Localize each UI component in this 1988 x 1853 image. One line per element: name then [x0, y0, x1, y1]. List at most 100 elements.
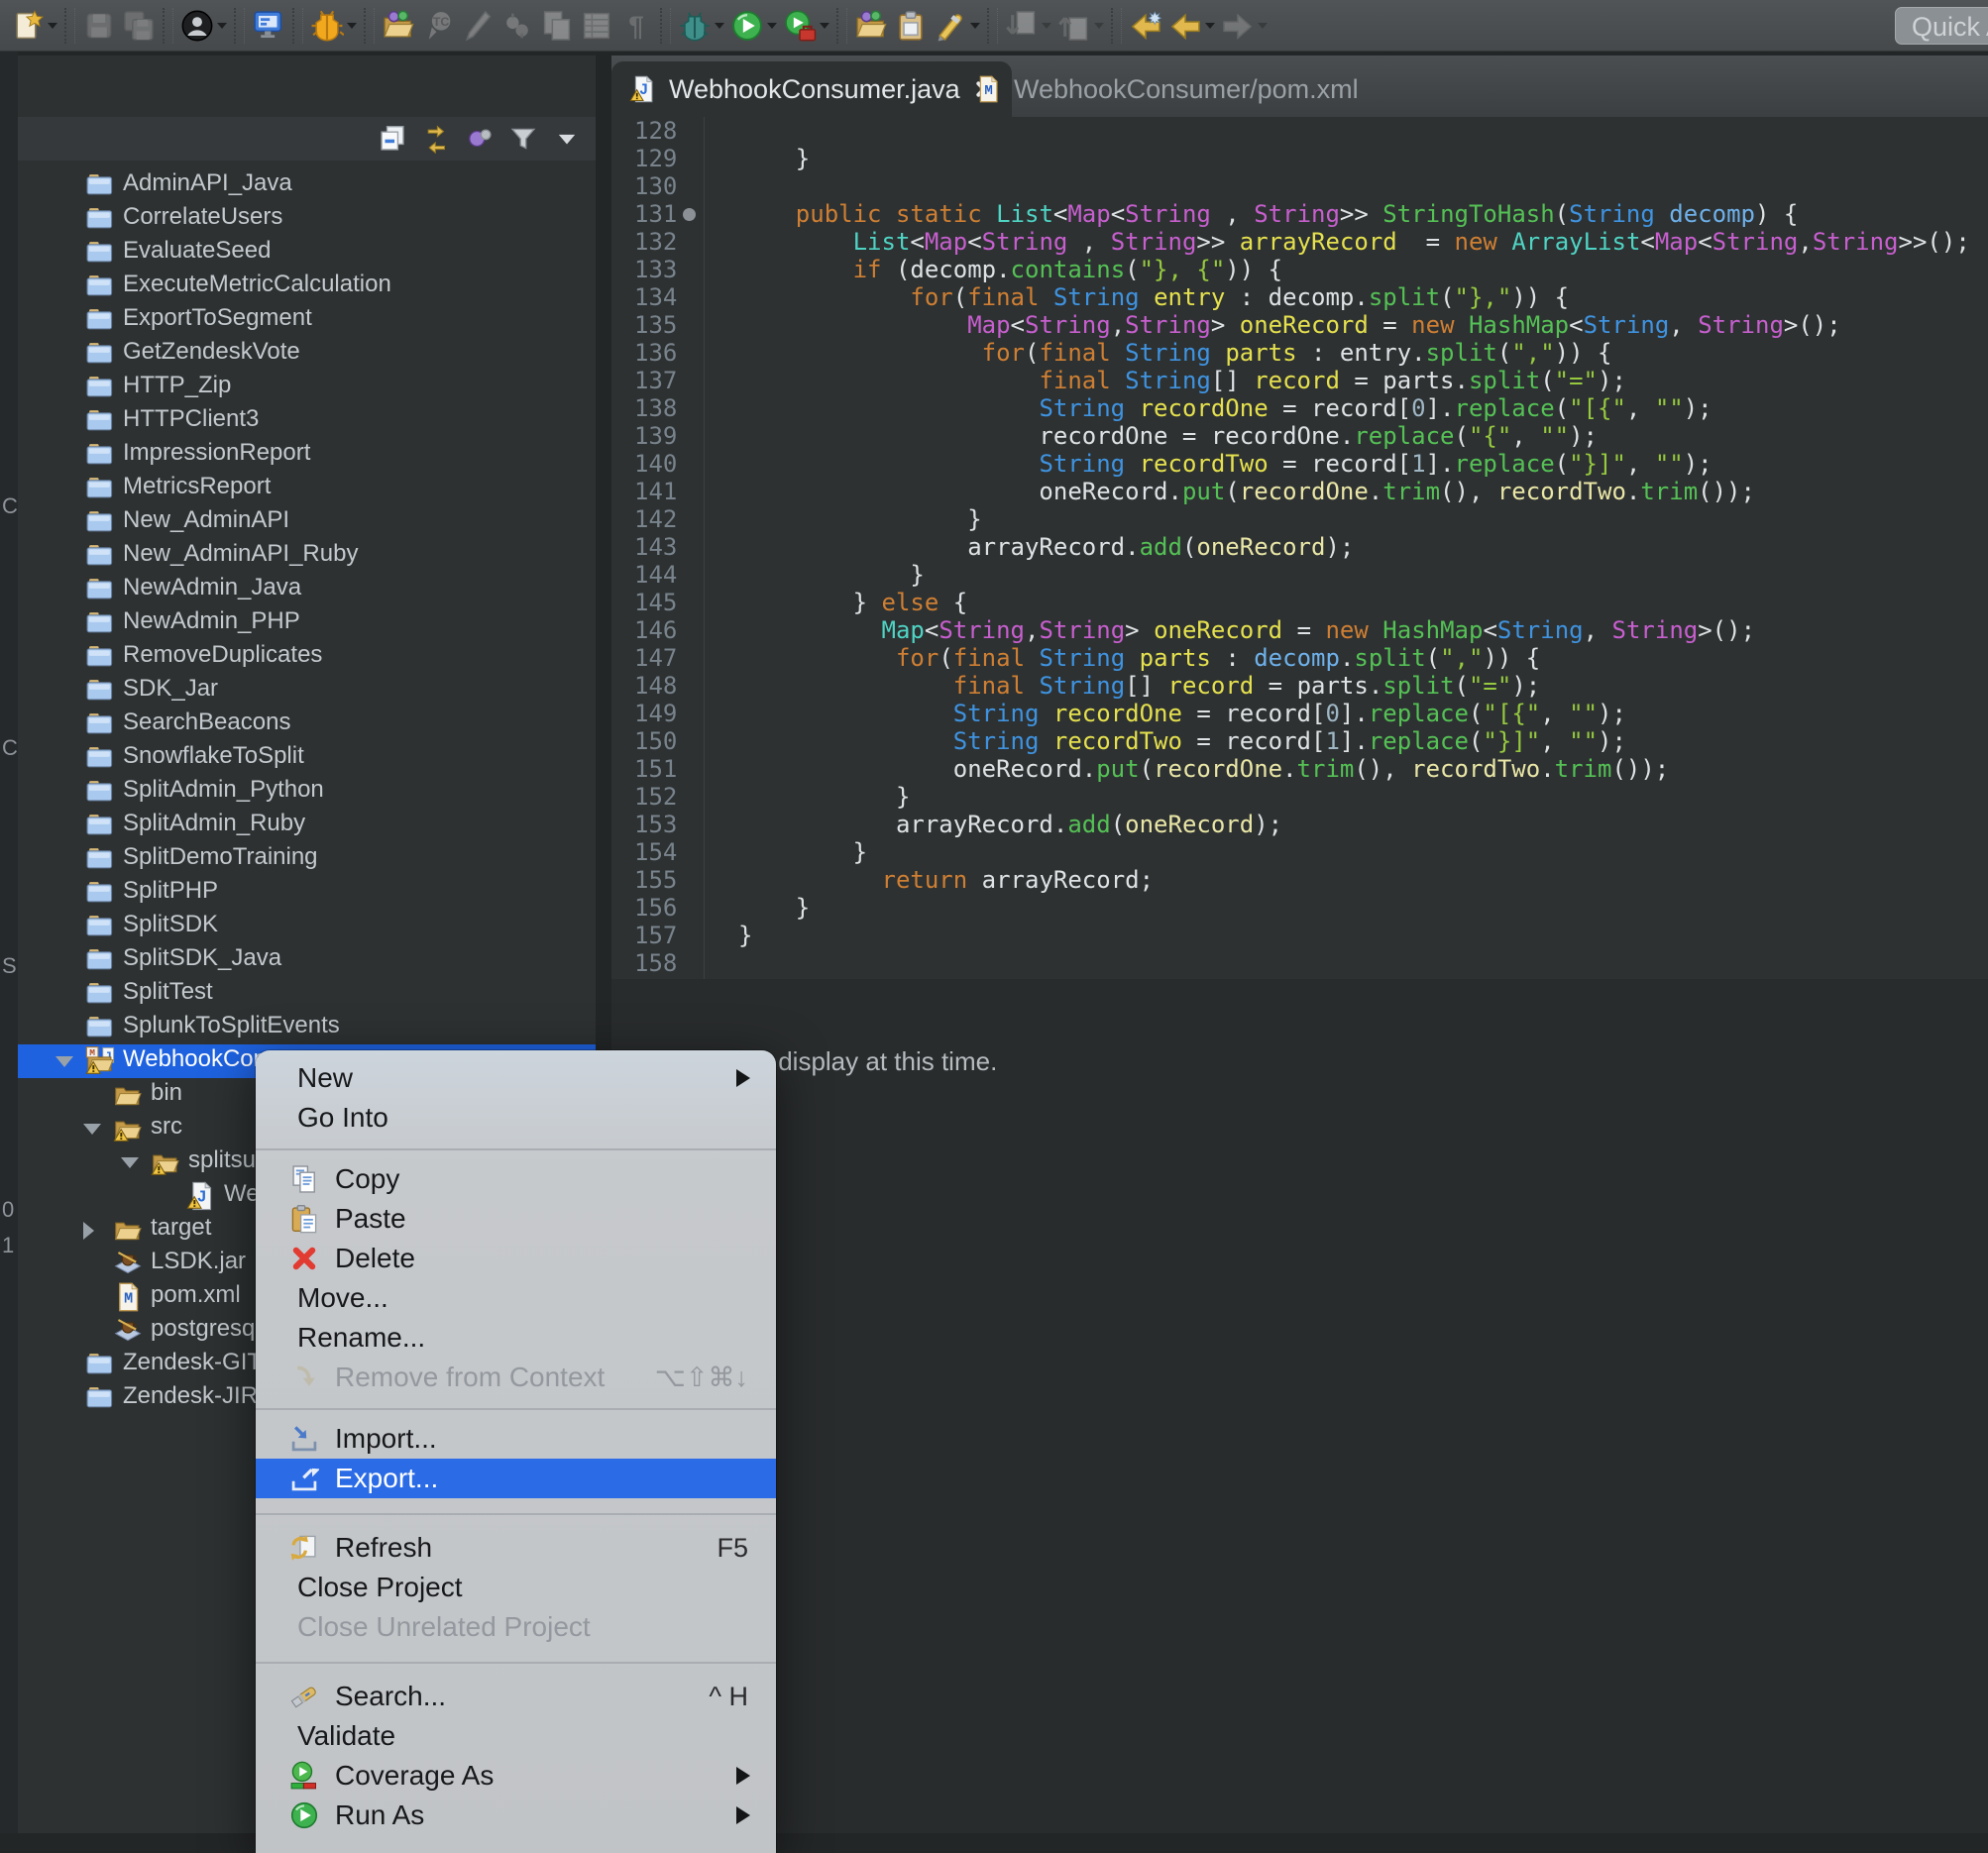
open-resource-button[interactable] — [379, 4, 418, 48]
menu-item-export[interactable]: Export... — [256, 1459, 776, 1498]
dropdown-chevron-icon[interactable] — [1258, 23, 1268, 29]
collapse-arrow-icon[interactable] — [83, 1124, 101, 1135]
tree-item-getzendeskvote[interactable]: GetZendeskVote — [18, 337, 596, 371]
expand-arrow-icon[interactable] — [83, 1222, 94, 1240]
code-line-138: 138 String recordOne = record[0].replace… — [611, 394, 1988, 422]
tree-item-splitadmin-python[interactable]: SplitAdmin_Python — [18, 775, 596, 809]
last-edit-icon — [1129, 9, 1162, 43]
tree-item-splitphp[interactable]: SplitPHP — [18, 876, 596, 910]
line-number: 142 — [634, 505, 677, 533]
menu-item-label: Import... — [335, 1423, 437, 1455]
menu-item-rename[interactable]: Rename... — [256, 1318, 776, 1358]
dropdown-chevron-icon[interactable] — [347, 23, 357, 29]
console-view-button[interactable] — [249, 4, 288, 48]
tree-item-newadmin-java[interactable]: NewAdmin_Java — [18, 573, 596, 606]
tree-item-exporttosegment[interactable]: ExportToSegment — [18, 303, 596, 337]
profile-run-button[interactable] — [780, 4, 832, 48]
menu-item-coverage-as[interactable]: Coverage As — [256, 1756, 776, 1796]
focus-task-icon[interactable] — [465, 124, 495, 154]
tree-item-label: GetZendeskVote — [123, 338, 300, 366]
menu-item-import[interactable]: Import... — [256, 1419, 776, 1459]
tree-item-newadmin-php[interactable]: NewAdmin_PHP — [18, 606, 596, 640]
tree-item-evaluateseed[interactable]: EvaluateSeed — [18, 236, 596, 270]
dropdown-chevron-icon[interactable] — [48, 23, 57, 29]
collapse-arrow-icon[interactable] — [121, 1157, 139, 1168]
dropdown-chevron-icon[interactable] — [820, 23, 829, 29]
menu-item-delete[interactable]: Delete — [256, 1239, 776, 1278]
menu-item-close-project[interactable]: Close Project — [256, 1568, 776, 1607]
filter-icon[interactable] — [508, 124, 538, 154]
maven-file-icon: M — [113, 1282, 143, 1312]
menu-item-paste[interactable]: Paste — [256, 1199, 776, 1239]
tree-item-new-adminapi-ruby[interactable]: New_AdminAPI_Ruby — [18, 539, 596, 573]
menu-item-new[interactable]: New — [256, 1058, 776, 1098]
tree-item-snowflaketosplit[interactable]: SnowflakeToSplit — [18, 741, 596, 775]
dropdown-chevron-icon[interactable] — [1205, 23, 1215, 29]
dropdown-chevron-icon[interactable] — [1094, 23, 1104, 29]
profile-button[interactable] — [177, 4, 230, 48]
tree-item-splitdemotraining[interactable]: SplitDemoTraining — [18, 842, 596, 876]
view-menu-icon[interactable] — [552, 124, 582, 154]
menu-item-refresh[interactable]: RefreshF5 — [256, 1528, 776, 1568]
code-line-134: 134 for(final String entry : decomp.spli… — [611, 283, 1988, 311]
tree-item-splitsdk[interactable]: SplitSDK — [18, 910, 596, 943]
dropdown-chevron-icon[interactable] — [767, 23, 777, 29]
tree-item-searchbeacons[interactable]: SearchBeacons — [18, 708, 596, 741]
last-edit-button[interactable] — [1126, 4, 1165, 48]
menu-item-shortcut: ⌥⇧⌘↓ — [655, 1362, 748, 1393]
code-line-147: 147 for(final String parts : decomp.spli… — [611, 644, 1988, 672]
code-text: for(final String parts : entry.split(","… — [738, 339, 1611, 367]
bug-orange-button[interactable] — [307, 4, 360, 48]
tree-item-splunktosplitevents[interactable]: SplunkToSplitEvents — [18, 1011, 596, 1044]
tree-item-correlateusers[interactable]: CorrelateUsers — [18, 202, 596, 236]
pen-button[interactable] — [931, 4, 983, 48]
link-editor-icon[interactable] — [421, 124, 451, 154]
tree-item-removeduplicates[interactable]: RemoveDuplicates — [18, 640, 596, 674]
code-text: } else { — [738, 589, 967, 616]
tree-item-splitsdk-java[interactable]: SplitSDK_Java — [18, 943, 596, 977]
tree-item-impressionreport[interactable]: ImpressionReport — [18, 438, 596, 472]
fold-marker-icon[interactable] — [683, 208, 696, 221]
tree-item-http-zip[interactable]: HTTP_Zip — [18, 371, 596, 404]
tree-item-new-adminapi[interactable]: New_AdminAPI — [18, 505, 596, 539]
tab-webhookconsumer-pom-xml[interactable]: MWebhookConsumer/pom.xml — [956, 61, 1377, 117]
tree-item-splittest[interactable]: SplitTest — [18, 977, 596, 1011]
tree-item-splitadmin-ruby[interactable]: SplitAdmin_Ruby — [18, 809, 596, 842]
code-text: if (decomp.contains("}, {")) { — [738, 256, 1282, 283]
menu-item-validate[interactable]: Validate — [256, 1716, 776, 1756]
menu-item-go-into[interactable]: Go Into — [256, 1098, 776, 1138]
clipboard-button[interactable] — [891, 4, 931, 48]
tree-item-label: AdminAPI_Java — [123, 169, 292, 197]
code-text: final String[] record = parts.split("=")… — [738, 672, 1540, 700]
dropdown-chevron-icon[interactable] — [217, 23, 227, 29]
quick-access-input[interactable]: Quick Access — [1895, 7, 1988, 45]
dropdown-chevron-icon[interactable] — [970, 23, 980, 29]
code-line-148: 148 final String[] record = parts.split(… — [611, 672, 1988, 700]
tree-item-executemetriccalculation[interactable]: ExecuteMetricCalculation — [18, 270, 596, 303]
tree-item-sdk-jar[interactable]: SDK_Jar — [18, 674, 596, 708]
menu-item-move[interactable]: Move... — [256, 1278, 776, 1318]
collapse-all-icon[interactable] — [378, 124, 407, 154]
tree-item-label: MetricsReport — [123, 473, 271, 500]
collapse-arrow-icon[interactable] — [55, 1056, 73, 1067]
menu-item-run-as[interactable]: Run As — [256, 1796, 776, 1835]
code-editor[interactable]: 128129 }130131 public static List<Map<St… — [611, 117, 1988, 979]
folder-closed-icon — [85, 204, 115, 234]
new-wizard-button[interactable] — [8, 4, 60, 48]
run-button[interactable] — [727, 4, 780, 48]
prev-annotation-button — [1054, 4, 1107, 48]
dropdown-chevron-icon[interactable] — [715, 23, 724, 29]
open-type-button[interactable] — [851, 4, 891, 48]
tree-item-metricsreport[interactable]: MetricsReport — [18, 472, 596, 505]
tree-item-label: bin — [151, 1079, 182, 1107]
folder-closed-icon — [85, 373, 115, 402]
tab-webhookconsumer-java[interactable]: JWebhookConsumer.java — [611, 61, 1012, 117]
menu-item-copy[interactable]: Copy — [256, 1159, 776, 1199]
menu-item-search[interactable]: Search...^ H — [256, 1677, 776, 1716]
back-button[interactable] — [1165, 4, 1218, 48]
debug-button[interactable] — [675, 4, 727, 48]
dropdown-chevron-icon[interactable] — [1042, 23, 1051, 29]
tree-item-adminapi-java[interactable]: AdminAPI_Java — [18, 168, 596, 202]
rail-fragment: C — [2, 735, 18, 761]
tree-item-httpclient3[interactable]: HTTPClient3 — [18, 404, 596, 438]
